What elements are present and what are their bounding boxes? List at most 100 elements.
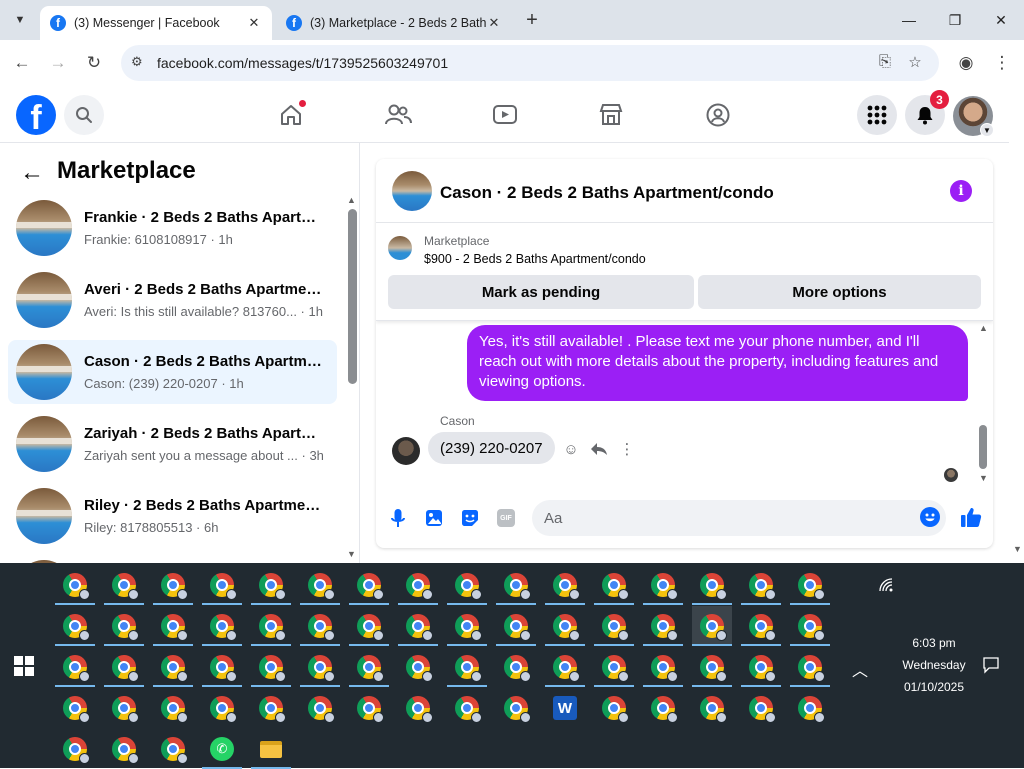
taskbar-chrome-icon[interactable]: [251, 565, 291, 605]
listing-thumbnail[interactable]: [388, 236, 412, 260]
photo-icon[interactable]: [423, 507, 445, 529]
taskbar-chrome-icon[interactable]: [447, 647, 487, 687]
scroll-down-arrow-icon[interactable]: ▼: [979, 473, 988, 483]
scroll-up-arrow-icon[interactable]: ▲: [347, 195, 356, 205]
thumbs-up-icon[interactable]: [959, 505, 983, 529]
taskbar-chrome-icon[interactable]: [104, 565, 144, 605]
search-icon[interactable]: [64, 95, 104, 135]
list-scrollbar-thumb[interactable]: [348, 209, 357, 384]
taskbar-chrome-icon[interactable]: [741, 647, 781, 687]
taskbar-chrome-icon[interactable]: [300, 606, 340, 646]
menu-grid-icon[interactable]: [857, 95, 897, 135]
taskbar-chrome-icon[interactable]: [202, 606, 242, 646]
taskbar-chrome-icon[interactable]: [790, 688, 830, 728]
taskbar-chrome-icon[interactable]: [153, 565, 193, 605]
chat-scrollbar-thumb[interactable]: [979, 425, 987, 469]
taskbar-chrome-icon[interactable]: [741, 688, 781, 728]
taskbar-chrome-icon[interactable]: [104, 606, 144, 646]
taskbar-chrome-icon[interactable]: [153, 606, 193, 646]
close-window-icon[interactable]: ✕: [978, 0, 1024, 40]
taskbar-chrome-icon[interactable]: [398, 606, 438, 646]
new-tab-icon[interactable]: +: [520, 8, 544, 32]
taskbar-chrome-icon[interactable]: [153, 647, 193, 687]
taskbar-chrome-icon[interactable]: [349, 647, 389, 687]
emoji-icon[interactable]: [920, 507, 940, 527]
conversation-item-zariyah[interactable]: Zariyah · 2 Beds 2 Baths Apartment/condo…: [8, 412, 337, 476]
conversation-item-averi[interactable]: Averi · 2 Beds 2 Baths Apartment/condo A…: [8, 268, 337, 332]
taskbar-chrome-icon[interactable]: [55, 606, 95, 646]
taskbar-chrome-icon[interactable]: [594, 606, 634, 646]
taskbar-chrome-icon[interactable]: [300, 565, 340, 605]
listing-title[interactable]: $900 - 2 Beds 2 Baths Apartment/condo: [424, 252, 646, 266]
taskbar-chrome-icon[interactable]: [496, 647, 536, 687]
taskbar-chrome-icon[interactable]: [251, 688, 291, 728]
more-actions-icon[interactable]: ⋮: [616, 438, 638, 460]
taskbar-chrome-icon[interactable]: [594, 565, 634, 605]
taskbar-chrome-icon[interactable]: [349, 606, 389, 646]
taskbar-chrome-icon[interactable]: [202, 688, 242, 728]
taskbar-chrome-icon[interactable]: [790, 565, 830, 605]
taskbar-chrome-icon[interactable]: [202, 647, 242, 687]
taskbar-whatsapp-icon[interactable]: ✆: [202, 729, 242, 769]
more-options-button[interactable]: More options: [698, 275, 981, 309]
show-hidden-icons-chevron-icon[interactable]: ︿: [852, 657, 868, 681]
tab-messenger[interactable]: f (3) Messenger | Facebook ✕: [40, 6, 272, 40]
taskbar-chrome-icon[interactable]: [643, 647, 683, 687]
taskbar-chrome-icon[interactable]: [300, 688, 340, 728]
taskbar-folder-icon[interactable]: [251, 729, 291, 769]
taskbar-chrome-icon[interactable]: [643, 565, 683, 605]
clock-day[interactable]: Wednesday: [897, 658, 971, 672]
taskbar-chrome-icon[interactable]: [545, 606, 585, 646]
taskbar-chrome-icon[interactable]: [496, 565, 536, 605]
taskbar-chrome-icon[interactable]: [594, 688, 634, 728]
taskbar-chrome-icon[interactable]: [643, 688, 683, 728]
info-icon[interactable]: i: [950, 180, 972, 202]
taskbar-chrome-icon[interactable]: [447, 565, 487, 605]
taskbar-chrome-icon[interactable]: [55, 565, 95, 605]
taskbar-chrome-icon[interactable]: [349, 688, 389, 728]
react-emoji-icon[interactable]: ☺: [560, 438, 582, 460]
message-input[interactable]: [532, 500, 946, 536]
taskbar-chrome-icon[interactable]: [104, 647, 144, 687]
mark-as-pending-button[interactable]: Mark as pending: [388, 275, 694, 309]
close-tab-icon[interactable]: ✕: [486, 15, 502, 31]
video-icon[interactable]: [490, 100, 520, 130]
scroll-down-arrow-icon[interactable]: ▼: [1013, 544, 1022, 554]
taskbar-chrome-icon[interactable]: [398, 565, 438, 605]
taskbar-chrome-icon[interactable]: [496, 606, 536, 646]
tab-marketplace[interactable]: f (3) Marketplace - 2 Beds 2 Baths ✕: [276, 6, 512, 40]
install-app-icon[interactable]: ⎘: [875, 53, 895, 73]
action-center-icon[interactable]: [982, 656, 1000, 677]
taskbar-chrome-icon[interactable]: [447, 606, 487, 646]
taskbar-chrome-icon[interactable]: [741, 606, 781, 646]
taskbar-chrome-icon[interactable]: [594, 647, 634, 687]
taskbar-chrome-icon[interactable]: [251, 647, 291, 687]
conversation-item-riley[interactable]: Riley · 2 Beds 2 Baths Apartment/condo R…: [8, 484, 337, 548]
taskbar-chrome-icon[interactable]: [300, 647, 340, 687]
back-arrow-icon[interactable]: ←: [18, 159, 46, 187]
taskbar-chrome-icon[interactable]: [55, 647, 95, 687]
taskbar-chrome-icon[interactable]: [692, 647, 732, 687]
site-info-icon[interactable]: ⚙: [131, 54, 149, 72]
taskbar-chrome-icon[interactable]: [545, 565, 585, 605]
taskbar-chrome-icon[interactable]: [692, 565, 732, 605]
facebook-logo-icon[interactable]: f: [16, 95, 56, 135]
scroll-down-arrow-icon[interactable]: ▼: [347, 549, 356, 559]
taskbar-chrome-icon[interactable]: [643, 606, 683, 646]
restore-icon[interactable]: ❐: [932, 0, 978, 40]
taskbar-chrome-icon[interactable]: [692, 606, 732, 646]
sticker-icon[interactable]: [459, 507, 481, 529]
chat-title[interactable]: Cason · 2 Beds 2 Baths Apartment/condo: [440, 183, 774, 203]
chat-avatar[interactable]: [392, 171, 432, 211]
network-icon[interactable]: [878, 577, 894, 596]
tab-search-chevron-icon[interactable]: ▼: [8, 8, 32, 32]
taskbar-chrome-icon[interactable]: [153, 688, 193, 728]
taskbar-word-icon[interactable]: W: [545, 688, 585, 728]
conversation-item-partial[interactable]: [8, 556, 337, 563]
taskbar-chrome-icon[interactable]: [692, 688, 732, 728]
taskbar-chrome-icon[interactable]: [398, 688, 438, 728]
gif-icon[interactable]: GIF: [495, 507, 517, 529]
close-tab-icon[interactable]: ✕: [246, 15, 262, 31]
taskbar-chrome-icon[interactable]: [55, 729, 95, 769]
taskbar-chrome-icon[interactable]: [251, 606, 291, 646]
